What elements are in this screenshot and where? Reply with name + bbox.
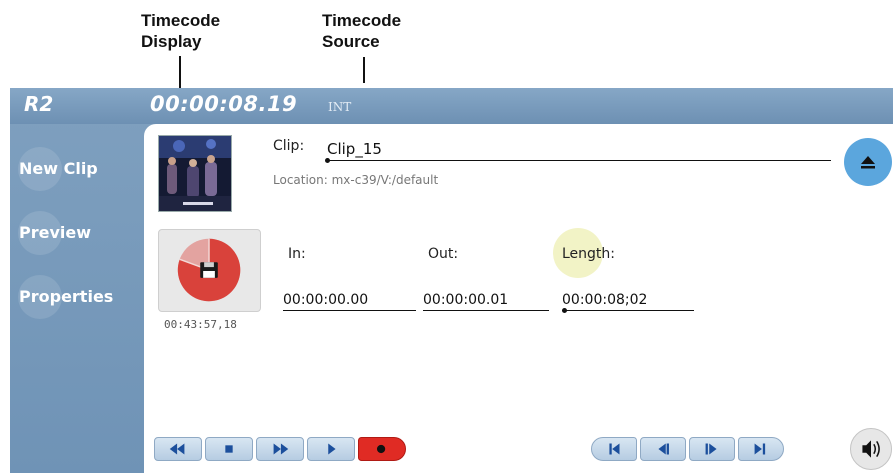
stop-icon xyxy=(225,445,233,453)
out-underline xyxy=(423,310,549,311)
properties-button[interactable]: Properties xyxy=(10,275,136,319)
length-timecode-field[interactable]: 00:00:08;02 xyxy=(562,292,647,308)
concert-image xyxy=(159,136,231,211)
clip-thumbnail xyxy=(158,135,232,212)
status-bar: R2 00:00:08.19 INT xyxy=(10,88,893,124)
step-forward-button[interactable] xyxy=(689,437,735,461)
stop-button[interactable] xyxy=(205,437,253,461)
go-to-start-icon xyxy=(609,443,620,455)
length-marker xyxy=(562,308,567,313)
length-label: Length: xyxy=(562,246,616,262)
callout-text: Display xyxy=(141,32,202,51)
rewind-button[interactable] xyxy=(154,437,202,461)
record-transport-button[interactable] xyxy=(358,437,406,461)
out-label: Out: xyxy=(428,246,459,262)
step-forward-icon xyxy=(705,443,717,455)
eject-button[interactable] xyxy=(844,138,892,186)
rewind-icon xyxy=(169,443,185,455)
clip-panel: Clip: Clip_15 Location: mx-c39/V:/defaul… xyxy=(144,124,893,473)
clip-name-marker xyxy=(325,158,330,163)
preview-button[interactable]: Preview xyxy=(10,211,136,255)
callout-text: Timecode xyxy=(141,11,221,30)
play-icon xyxy=(328,443,336,455)
fast-forward-icon xyxy=(273,443,289,455)
out-timecode-field[interactable]: 00:00:00.01 xyxy=(423,292,508,308)
record-button[interactable] xyxy=(158,229,261,312)
in-timecode-field[interactable]: 00:00:00.00 xyxy=(283,292,368,308)
new-clip-button[interactable]: New Clip xyxy=(10,147,136,191)
clip-label: Clip: xyxy=(273,138,305,154)
new-clip-label: New Clip xyxy=(19,159,98,178)
clip-location: Location: mx-c39/V:/default xyxy=(273,173,439,187)
timecode-display-callout: Timecode Display xyxy=(141,10,220,52)
navigation-controls xyxy=(591,437,787,463)
speaker-icon xyxy=(862,440,880,458)
in-label: In: xyxy=(288,246,306,262)
go-to-end-icon xyxy=(754,443,766,455)
remaining-time: 00:43:57,18 xyxy=(164,318,237,331)
callout-text: Source xyxy=(322,32,380,51)
step-back-icon xyxy=(658,443,669,455)
go-to-start-button[interactable] xyxy=(591,437,637,461)
channel-name: R2 xyxy=(24,92,54,116)
properties-label: Properties xyxy=(19,287,114,306)
transport-controls xyxy=(154,437,409,463)
callout-pointer xyxy=(363,57,365,83)
recorder-window: R2 00:00:08.19 INT New Clip Preview Prop… xyxy=(10,88,893,473)
play-button[interactable] xyxy=(307,437,355,461)
clip-name-field[interactable]: Clip_15 xyxy=(327,140,382,158)
go-to-end-button[interactable] xyxy=(738,437,784,461)
callout-text: Timecode xyxy=(322,11,402,30)
volume-button[interactable] xyxy=(850,428,892,470)
clip-name-underline xyxy=(328,160,831,161)
fast-forward-button[interactable] xyxy=(256,437,304,461)
in-underline xyxy=(283,310,416,311)
record-capacity-icon xyxy=(177,238,241,302)
step-back-button[interactable] xyxy=(640,437,686,461)
timecode-display: 00:00:08.19 xyxy=(150,92,298,116)
record-icon xyxy=(376,444,386,454)
preview-label: Preview xyxy=(19,223,92,242)
timecode-source-callout: Timecode Source xyxy=(322,10,401,52)
eject-icon xyxy=(861,156,875,169)
timecode-source[interactable]: INT xyxy=(328,100,351,114)
length-underline xyxy=(562,310,694,311)
